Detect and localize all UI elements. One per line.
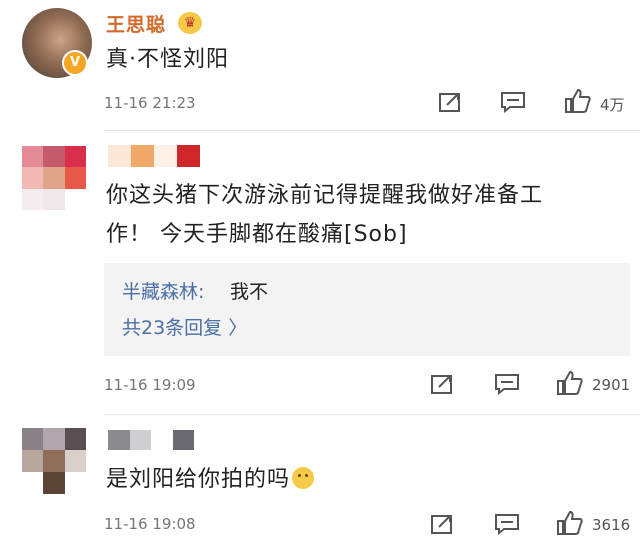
comment-text-content: 是刘阳给你拍的吗	[106, 467, 291, 492]
shrug-emoji-icon	[292, 467, 315, 489]
like-count: 3616	[592, 516, 631, 534]
comment-item: 是刘阳给你拍的吗 11-16 19:08 3616	[0, 0, 640, 552]
share-icon[interactable]	[430, 513, 456, 535]
comment-text: 是刘阳给你拍的吗	[106, 462, 315, 498]
username-redacted[interactable]	[108, 430, 194, 450]
comment-time: 11-16 19:08	[104, 515, 196, 533]
avatar[interactable]	[22, 428, 86, 494]
like-icon[interactable]	[556, 510, 584, 536]
comment-icon[interactable]	[494, 513, 520, 535]
